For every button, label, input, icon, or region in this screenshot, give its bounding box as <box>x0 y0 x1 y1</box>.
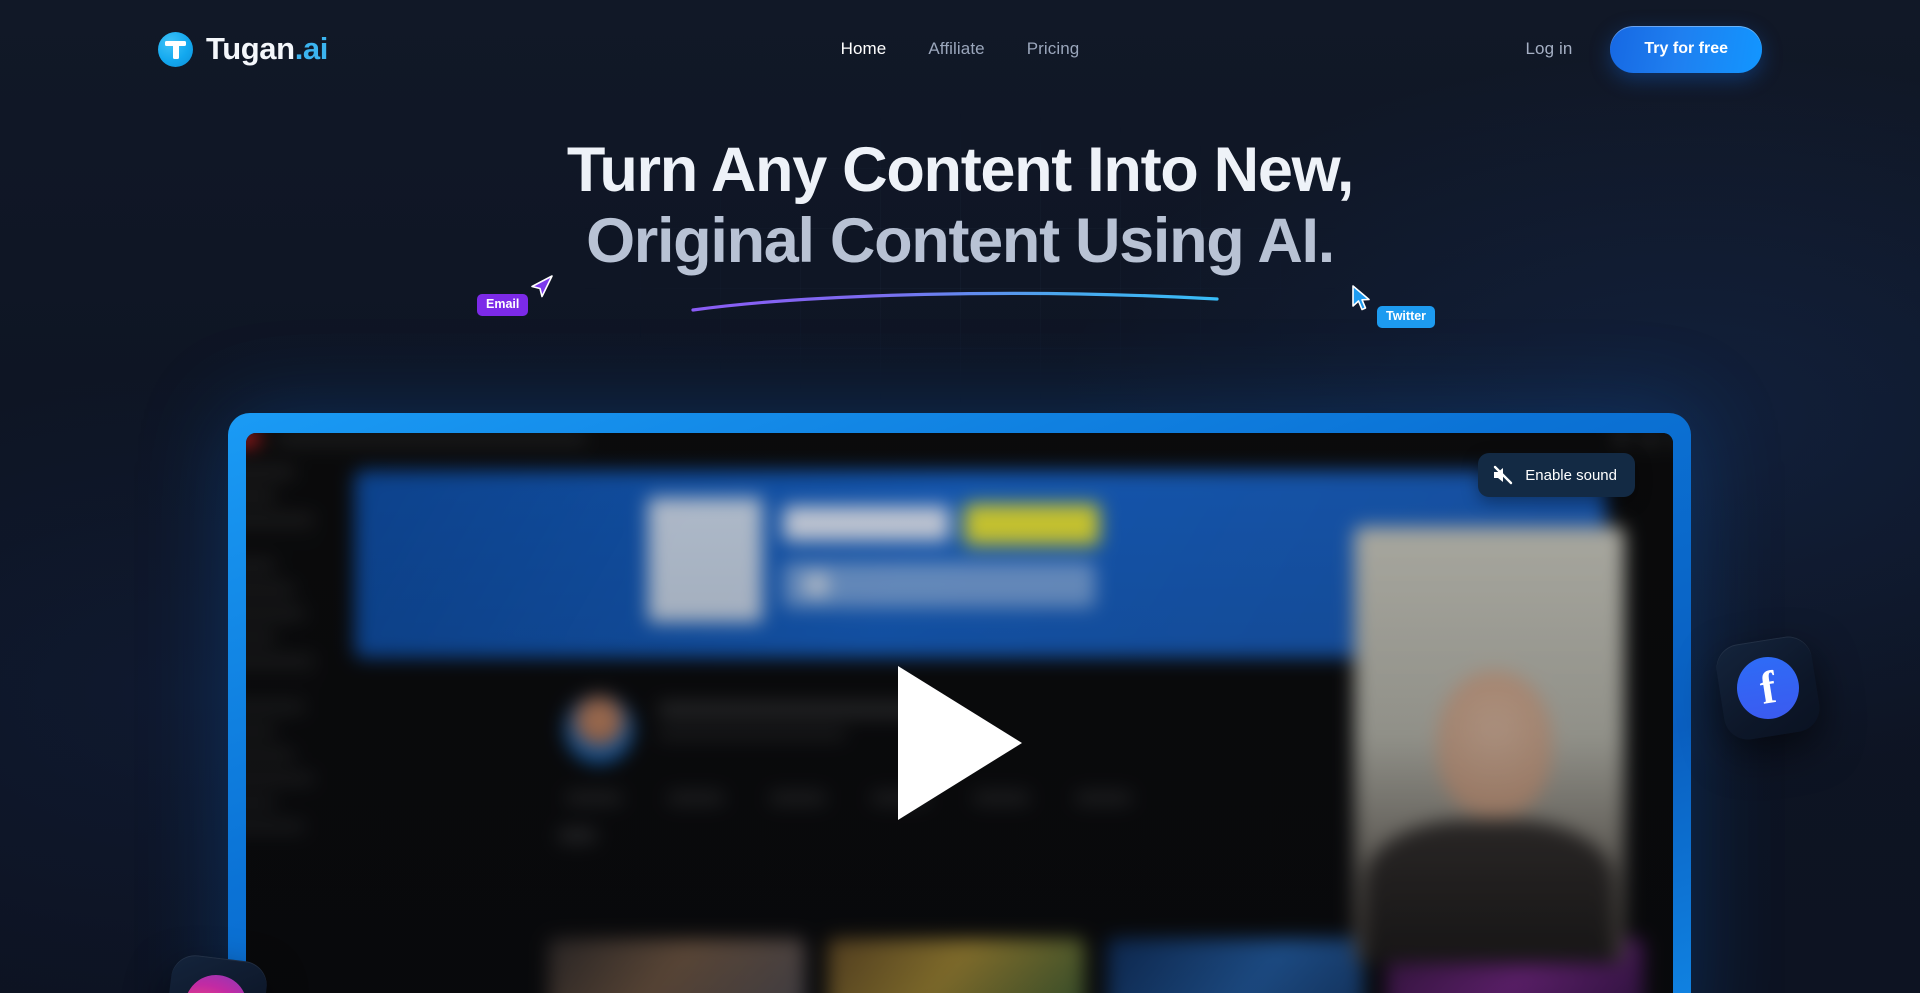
facebook-icon: f <box>1732 652 1804 724</box>
instagram-icon <box>181 971 251 993</box>
hero-section: Turn Any Content Into New, Original Cont… <box>0 135 1920 276</box>
nav-item-home[interactable]: Home <box>841 39 887 59</box>
video-player-frame[interactable]: Enable sound <box>228 413 1691 993</box>
pointer-cursor-icon <box>1352 285 1370 311</box>
floating-tag-twitter: Twitter <box>1377 306 1436 328</box>
brand-name: Tugan.ai <box>206 31 328 67</box>
try-for-free-button[interactable]: Try for free <box>1610 25 1762 73</box>
headline-line-1: Turn Any Content Into New, <box>566 135 1355 205</box>
brand-name-suffix: .ai <box>294 31 329 66</box>
landing-page: Tugan.ai Home Affiliate Pricing Log in T… <box>0 0 1920 993</box>
play-triangle-icon[interactable] <box>897 666 1022 820</box>
site-header: Tugan.ai Home Affiliate Pricing Log in T… <box>0 0 1920 98</box>
login-link[interactable]: Log in <box>1525 39 1572 59</box>
speaker-muted-icon <box>1494 465 1513 485</box>
enable-sound-label: Enable sound <box>1525 466 1617 484</box>
headline-underline-swoosh <box>691 291 1219 312</box>
tugan-t-logo-icon <box>158 31 193 67</box>
brand-name-text: Tugan <box>206 31 295 66</box>
headline-line-2: Original Content Using AI. <box>586 205 1335 276</box>
floating-tag-email: Email <box>477 294 529 316</box>
send-cursor-icon <box>531 275 553 298</box>
nav-item-pricing[interactable]: Pricing <box>1027 39 1080 59</box>
enable-sound-button[interactable]: Enable sound <box>1478 453 1635 497</box>
nav-item-affiliate[interactable]: Affiliate <box>928 39 984 59</box>
header-actions: Log in Try for free <box>1525 25 1762 73</box>
page-title: Turn Any Content Into New, Original Cont… <box>0 135 1920 276</box>
video-surface[interactable] <box>246 433 1673 993</box>
brand-logo-link[interactable]: Tugan.ai <box>158 31 328 67</box>
facebook-badge: f <box>1713 633 1823 743</box>
